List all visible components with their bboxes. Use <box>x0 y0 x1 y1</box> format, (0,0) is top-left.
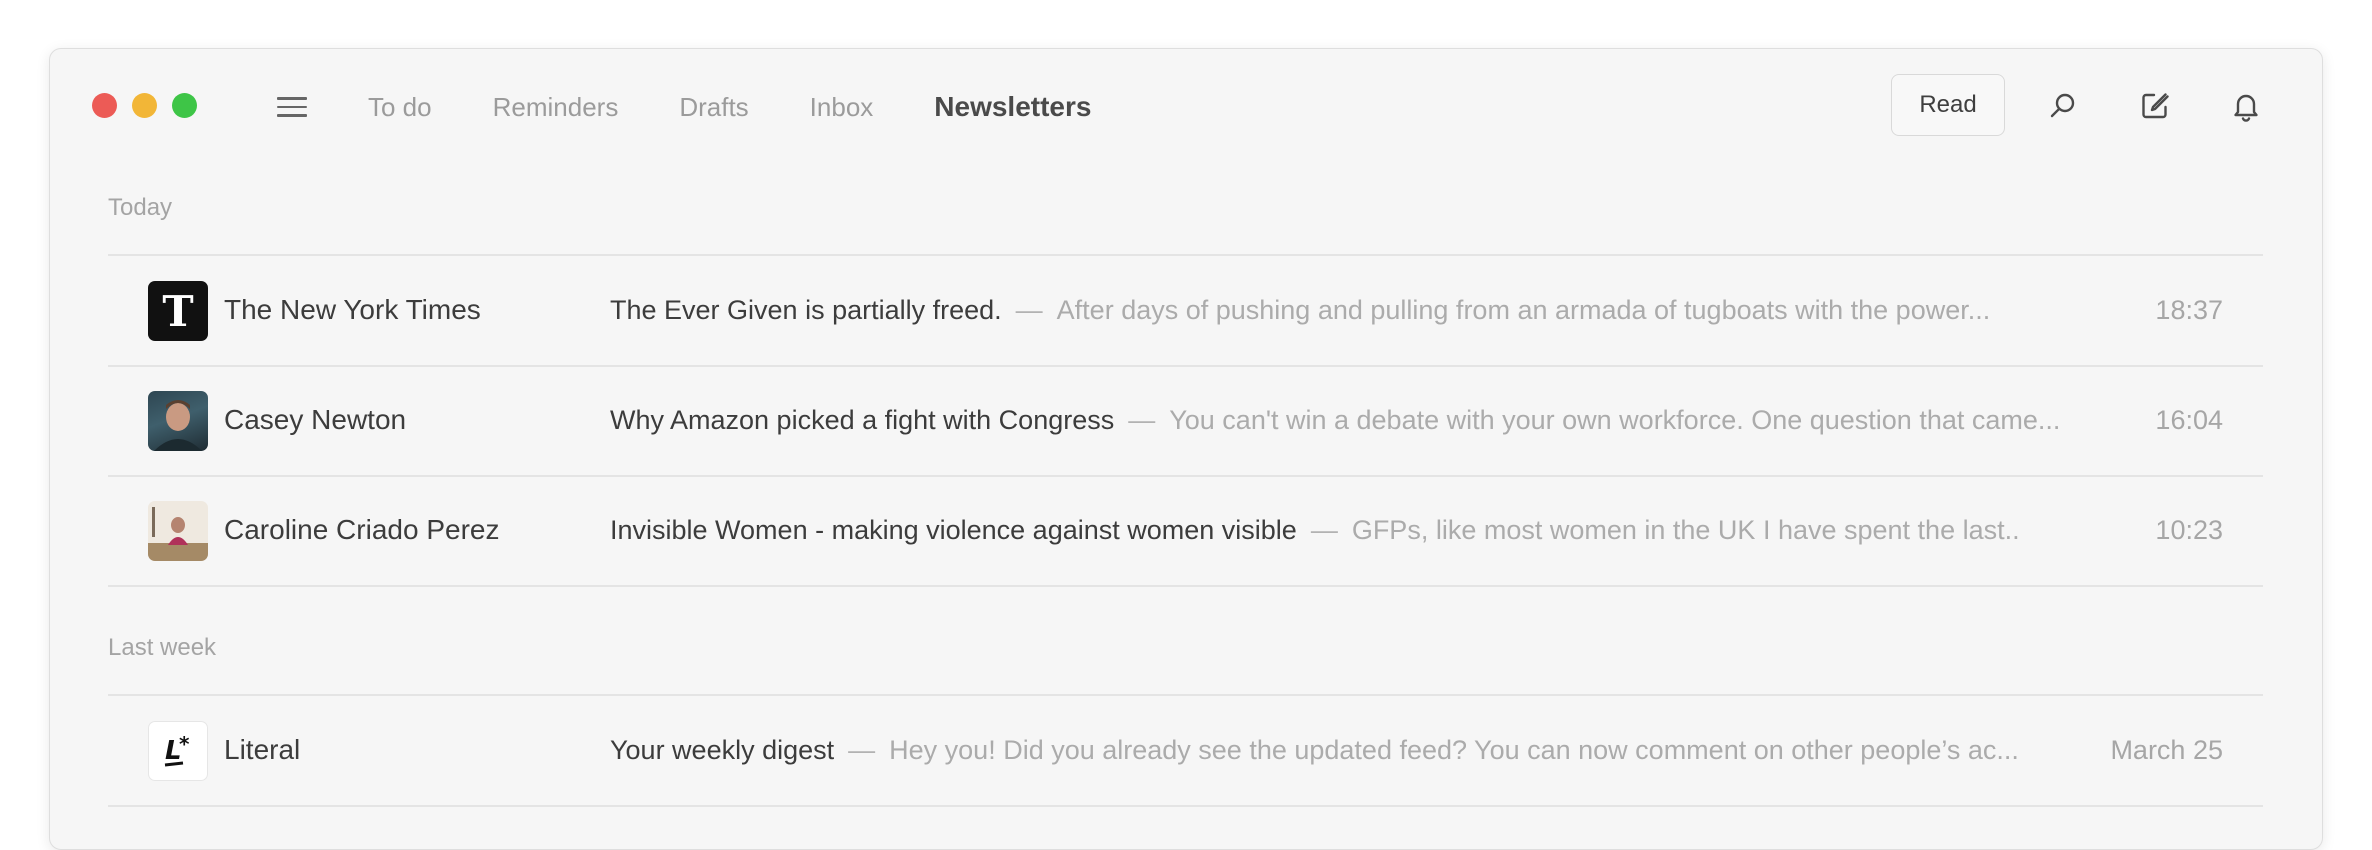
app-window: To do Reminders Drafts Inbox Newsletters… <box>49 48 2323 850</box>
hamburger-icon[interactable] <box>277 97 307 123</box>
separator: — <box>848 734 876 765</box>
tab-to-do[interactable]: To do <box>368 92 432 123</box>
message-preview: You can't win a debate with your own wor… <box>1169 404 2061 435</box>
tab-inbox[interactable]: Inbox <box>810 92 874 123</box>
compose-icon[interactable] <box>2138 89 2172 123</box>
message-summary: The Ever Given is partially freed. — Aft… <box>610 255 1990 365</box>
list-item[interactable]: Casey Newton Why Amazon picked a fight w… <box>108 365 2263 475</box>
sender-name: The New York Times <box>224 294 481 325</box>
read-button[interactable]: Read <box>1891 74 2005 136</box>
sender-name: Casey Newton <box>224 404 407 435</box>
message-time: 10:23 <box>2155 514 2223 545</box>
zoom-window-button[interactable] <box>172 93 197 118</box>
message-time: 18:37 <box>2155 294 2223 325</box>
separator: — <box>1310 514 1338 545</box>
separator: — <box>1128 404 1156 435</box>
message-preview: After days of pushing and pulling from a… <box>1056 294 1991 325</box>
sender-name: Literal <box>224 734 301 765</box>
mailbox-tabs: To do Reminders Drafts Inbox Newsletters <box>368 49 1152 165</box>
literal-logo: L * <box>148 721 208 781</box>
bell-icon[interactable] <box>2229 89 2263 123</box>
message-preview: Hey you! Did you already see the updated… <box>889 734 2019 765</box>
section-label-last-week: Last week <box>108 634 217 661</box>
window-controls <box>92 93 197 118</box>
nyt-logo: T <box>148 281 208 341</box>
divider <box>108 585 2263 587</box>
divider <box>108 805 2263 807</box>
tab-newsletters[interactable]: Newsletters <box>934 91 1091 123</box>
minimize-window-button[interactable] <box>132 93 157 118</box>
message-summary: Why Amazon picked a fight with Congress … <box>610 365 2060 475</box>
svg-text:T: T <box>162 287 193 336</box>
svg-text:*: * <box>179 732 190 756</box>
message-summary: Your weekly digest — Hey you! Did you al… <box>610 695 2019 805</box>
tab-drafts[interactable]: Drafts <box>679 92 748 123</box>
close-window-button[interactable] <box>92 93 117 118</box>
message-preview: GFPs, like most women in the UK I have s… <box>1351 514 2020 545</box>
message-subject: The Ever Given is partially freed. <box>610 294 1002 325</box>
list-item[interactable]: L * Literal Your weekly digest — Hey you… <box>108 695 2263 805</box>
message-subject: Why Amazon picked a fight with Congress <box>610 404 1115 435</box>
list-item[interactable]: Caroline Criado Perez Invisible Women - … <box>108 475 2263 585</box>
message-time: 16:04 <box>2155 404 2223 435</box>
separator: — <box>1015 294 1043 325</box>
search-icon[interactable] <box>2046 89 2080 123</box>
message-time: March 25 <box>2110 734 2223 765</box>
list-item[interactable]: T The New York Times The Ever Given is p… <box>108 255 2263 365</box>
message-subject: Your weekly digest <box>610 734 835 765</box>
section-label-today: Today <box>108 194 173 221</box>
avatar <box>148 501 208 561</box>
avatar <box>148 391 208 451</box>
sender-name: Caroline Criado Perez <box>224 514 500 545</box>
message-subject: Invisible Women - making violence agains… <box>610 514 1297 545</box>
message-summary: Invisible Women - making violence agains… <box>610 475 2020 585</box>
tab-reminders[interactable]: Reminders <box>493 92 619 123</box>
